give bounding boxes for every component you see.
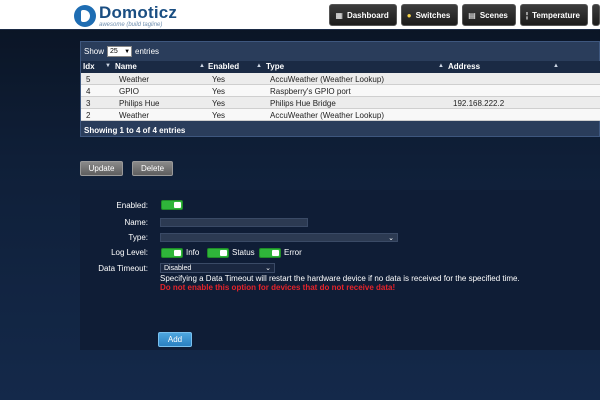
timeout-warning: Do not enable this option for devices th… bbox=[160, 283, 396, 292]
name-label: Name: bbox=[124, 218, 148, 227]
chevron-down-icon: ▼ bbox=[124, 48, 131, 55]
thermometer-icon: ¦ bbox=[525, 10, 529, 20]
type-select[interactable]: ⌄ bbox=[160, 233, 398, 242]
name-input[interactable] bbox=[160, 218, 308, 227]
page-length-select[interactable]: 25 ▼ bbox=[107, 46, 133, 57]
column-header-type[interactable]: Type ▲ bbox=[266, 62, 444, 71]
column-header-enabled[interactable]: Enabled ▲ bbox=[208, 62, 262, 71]
cell-enabled: Yes bbox=[212, 111, 226, 120]
timeout-select[interactable]: Disabled ⌄ bbox=[160, 263, 275, 273]
log-error-label: Error bbox=[284, 248, 302, 257]
nav-more-button[interactable] bbox=[592, 4, 600, 26]
enabled-toggle[interactable] bbox=[161, 200, 183, 210]
sort-icon: ▲ bbox=[256, 63, 262, 69]
log-info-label: Info bbox=[186, 248, 200, 257]
show-label: Show bbox=[84, 47, 105, 56]
scenes-icon: ▤ bbox=[468, 10, 476, 20]
sort-icon: ▲ bbox=[199, 63, 205, 69]
nav-temperature-label: Temperature bbox=[532, 10, 580, 20]
domoticz-logo-icon bbox=[74, 5, 96, 27]
top-nav: ▦ Dashboard ● Switches ▤ Scenes ¦ Temper… bbox=[329, 4, 600, 26]
update-button[interactable]: Update bbox=[80, 161, 123, 176]
cell-type: Philips Hue Bridge bbox=[270, 99, 336, 108]
cell-type: AccuWeather (Weather Lookup) bbox=[270, 111, 384, 120]
lightbulb-icon: ● bbox=[406, 10, 412, 20]
header: Domoticz awesome (build tagline) ▦ Dashb… bbox=[0, 0, 600, 30]
table-row[interactable]: 3 Philips Hue Yes Philips Hue Bridge 192… bbox=[81, 97, 600, 109]
nav-scenes-button[interactable]: ▤ Scenes bbox=[462, 4, 516, 26]
table-row[interactable]: 4 GPIO Yes Raspberry's GPIO port bbox=[81, 85, 600, 97]
app-title: Domoticz bbox=[99, 3, 178, 22]
entries-label: entries bbox=[135, 47, 160, 56]
table-info: Showing 1 to 4 of 4 entries bbox=[84, 126, 186, 135]
log-status-label: Status bbox=[232, 248, 255, 257]
add-button[interactable]: Add bbox=[158, 332, 192, 347]
column-header-address[interactable]: Address ▲ bbox=[448, 62, 559, 71]
nav-switches-label: Switches bbox=[415, 10, 451, 20]
delete-button[interactable]: Delete bbox=[132, 161, 173, 176]
cell-idx: 4 bbox=[86, 87, 91, 96]
cell-name: Weather bbox=[119, 111, 150, 120]
page-length-value: 25 bbox=[110, 48, 118, 55]
loglevel-label: Log Level: bbox=[111, 248, 148, 257]
app-subtitle: awesome (build tagline) bbox=[99, 22, 163, 28]
sort-icon: ▲ bbox=[553, 63, 559, 69]
sort-icon: ▲ bbox=[438, 63, 444, 69]
chevron-down-icon: ⌄ bbox=[388, 235, 394, 242]
dashboard-icon: ▦ bbox=[335, 10, 343, 20]
cell-enabled: Yes bbox=[212, 99, 226, 108]
log-error-toggle[interactable] bbox=[259, 248, 281, 258]
enabled-label: Enabled: bbox=[116, 201, 148, 210]
timeout-label: Data Timeout: bbox=[98, 264, 148, 273]
cell-enabled: Yes bbox=[212, 87, 226, 96]
timeout-note: Specifying a Data Timeout will restart t… bbox=[160, 274, 520, 283]
column-header-name[interactable]: Name ▲ bbox=[115, 62, 205, 71]
table-row[interactable]: 5 Weather Yes AccuWeather (Weather Looku… bbox=[81, 73, 600, 85]
table-header: Idx ▼ Name ▲ Enabled ▲ Type ▲ Address ▲ bbox=[81, 61, 600, 73]
type-label: Type: bbox=[128, 233, 148, 242]
cell-type: AccuWeather (Weather Lookup) bbox=[270, 75, 384, 84]
cell-idx: 2 bbox=[86, 111, 91, 120]
cell-idx: 5 bbox=[86, 75, 91, 84]
cell-enabled: Yes bbox=[212, 75, 226, 84]
nav-scenes-label: Scenes bbox=[479, 10, 508, 20]
hardware-form-panel bbox=[80, 190, 600, 350]
nav-switches-button[interactable]: ● Switches bbox=[400, 4, 459, 26]
log-info-toggle[interactable] bbox=[161, 248, 183, 258]
cell-name: Philips Hue bbox=[119, 99, 160, 108]
hardware-table-panel: Show 25 ▼ entries Idx ▼ Name ▲ Enabled ▲ Ty… bbox=[80, 41, 600, 137]
column-header-idx[interactable]: Idx ▼ bbox=[83, 62, 111, 71]
nav-temperature-button[interactable]: ¦ Temperature bbox=[519, 4, 588, 26]
cell-idx: 3 bbox=[86, 99, 91, 108]
nav-dashboard-label: Dashboard bbox=[346, 10, 389, 20]
cell-address: 192.168.222.2 bbox=[453, 99, 505, 108]
table-row[interactable]: 2 Weather Yes AccuWeather (Weather Looku… bbox=[81, 109, 600, 121]
logo[interactable]: Domoticz awesome (build tagline) bbox=[74, 4, 177, 28]
cell-name: GPIO bbox=[119, 87, 140, 96]
sort-desc-icon: ▼ bbox=[105, 63, 111, 69]
log-status-toggle[interactable] bbox=[207, 248, 229, 258]
chevron-down-icon: ⌄ bbox=[265, 265, 271, 272]
nav-dashboard-button[interactable]: ▦ Dashboard bbox=[329, 4, 397, 26]
timeout-value: Disabled bbox=[164, 265, 192, 272]
cell-name: Weather bbox=[119, 75, 150, 84]
cell-type: Raspberry's GPIO port bbox=[270, 87, 351, 96]
page-length-control: Show 25 ▼ entries bbox=[84, 46, 159, 57]
